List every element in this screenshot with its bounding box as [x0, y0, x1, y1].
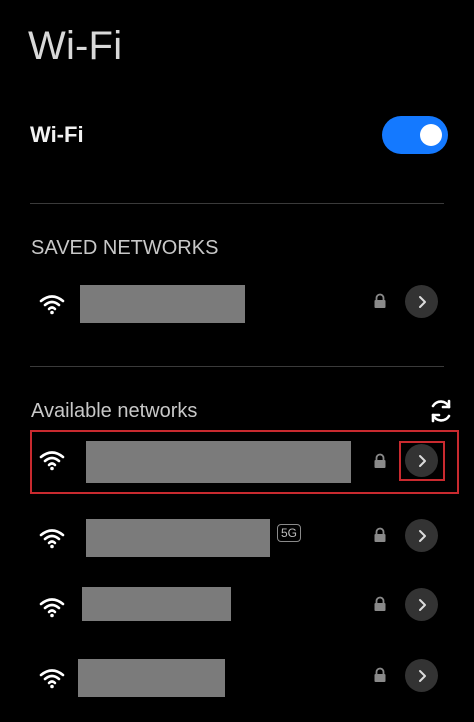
available-network-row[interactable] — [30, 585, 460, 637]
wifi-signal-icon — [39, 295, 65, 315]
wifi-signal-icon — [39, 451, 65, 471]
network-name-redacted — [82, 587, 231, 621]
toggle-knob — [420, 124, 442, 146]
chevron-right-icon — [418, 669, 426, 682]
chevron-right-icon — [418, 454, 426, 467]
wifi-signal-icon — [39, 598, 65, 618]
lock-icon — [374, 293, 386, 308]
chevron-right-icon — [418, 295, 426, 308]
network-details-button[interactable] — [405, 444, 438, 477]
available-network-row[interactable]: 5G — [30, 516, 460, 568]
divider — [30, 366, 444, 367]
network-details-button[interactable] — [405, 588, 438, 621]
wifi-toggle-row[interactable]: Wi-Fi — [30, 112, 450, 160]
lock-icon — [374, 667, 386, 682]
wifi-signal-icon — [39, 529, 65, 549]
available-network-row[interactable] — [30, 656, 460, 708]
network-name-redacted — [80, 285, 245, 323]
chevron-right-icon — [418, 598, 426, 611]
network-name-redacted — [78, 659, 225, 697]
divider — [30, 203, 444, 204]
wifi-settings-screen: Wi-Fi Wi-Fi SAVED NETWORKS Available net… — [0, 0, 474, 722]
chevron-right-icon — [418, 529, 426, 542]
lock-icon — [374, 527, 386, 542]
saved-network-row[interactable] — [30, 282, 460, 334]
network-name-redacted — [86, 519, 270, 557]
5g-band-badge: 5G — [277, 524, 302, 542]
lock-icon — [374, 596, 386, 611]
network-details-button[interactable] — [405, 519, 438, 552]
page-title: Wi-Fi — [28, 24, 123, 68]
refresh-icon[interactable] — [428, 398, 454, 424]
available-networks-heading: Available networks — [31, 400, 198, 422]
saved-networks-heading: SAVED NETWORKS — [31, 237, 219, 259]
available-network-row[interactable] — [30, 438, 460, 490]
network-details-button[interactable] — [405, 659, 438, 692]
wifi-toggle-switch[interactable] — [382, 116, 448, 154]
network-details-button[interactable] — [405, 285, 438, 318]
network-name-redacted — [86, 441, 351, 483]
wifi-toggle-label: Wi-Fi — [30, 122, 84, 147]
wifi-signal-icon — [39, 669, 65, 689]
lock-icon — [374, 453, 386, 468]
